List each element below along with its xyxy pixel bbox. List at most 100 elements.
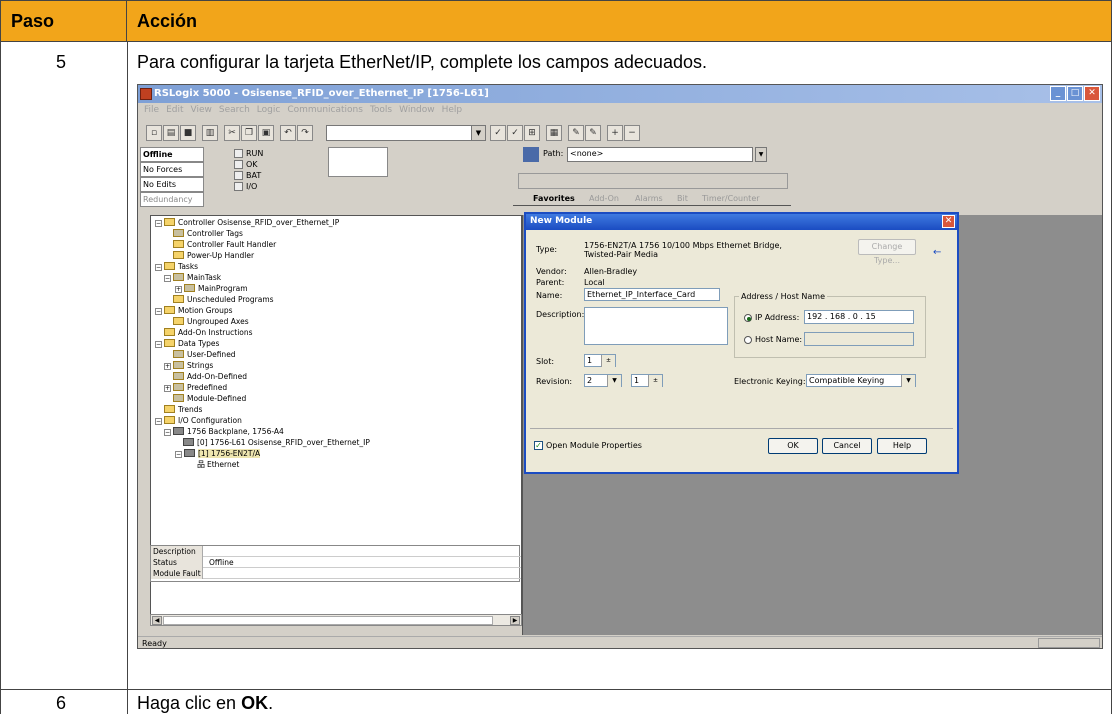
properties-icon[interactable]: ▦	[546, 125, 562, 141]
tab-alarms[interactable]: Alarms	[631, 193, 667, 204]
tree-item[interactable]: Unscheduled Programs	[173, 295, 274, 305]
save-icon[interactable]: ■	[180, 125, 196, 141]
browse-icon[interactable]: ⊞	[524, 125, 540, 141]
tree-item[interactable]: − MainTask	[164, 273, 221, 283]
edits-status[interactable]: No Edits	[140, 177, 204, 192]
column-header-step: Paso	[0, 0, 127, 42]
edit-icon[interactable]: ✎	[568, 125, 584, 141]
tree-item[interactable]: − I/O Configuration	[155, 416, 242, 426]
tree-item[interactable]: −1756 Backplane, 1756-A4	[164, 427, 284, 437]
change-type-button[interactable]: Change Type...	[858, 239, 916, 265]
menu-help[interactable]: Help	[442, 105, 463, 119]
zoom-out-icon[interactable]: −	[624, 125, 640, 141]
copy-icon[interactable]: ❐	[241, 125, 257, 141]
status-bar: Ready	[138, 636, 1102, 648]
scroll-thumb[interactable]	[163, 616, 493, 625]
close-button[interactable]: ✕	[1084, 86, 1100, 101]
tree-item[interactable]: Power-Up Handler	[173, 251, 254, 261]
tree-item[interactable]: Controller Fault Handler	[173, 240, 276, 250]
tree-item[interactable]: − Controller Osisense_RFID_over_Ethernet_…	[155, 218, 339, 228]
slot-stepper[interactable]: 1 ±	[584, 354, 616, 367]
name-label: Name:	[536, 291, 563, 300]
online-edit-icon[interactable]: ✎	[585, 125, 601, 141]
host-name-field[interactable]	[804, 332, 914, 346]
verify-icon[interactable]: ✓	[490, 125, 506, 141]
open-module-properties-checkbox[interactable]: ✓	[534, 441, 543, 450]
tree-item[interactable]: − Data Types	[155, 339, 219, 349]
redundancy-status[interactable]: Redundancy	[140, 192, 204, 207]
ok-emphasis: OK	[241, 693, 269, 713]
io-led: I/O	[234, 182, 257, 191]
menu-view[interactable]: View	[191, 105, 212, 119]
tree-item[interactable]: [0] 1756-L61 Osisense_RFID_over_Ethernet…	[183, 438, 370, 448]
chevron-down-icon[interactable]: ▼	[471, 126, 485, 140]
chevron-down-icon[interactable]: ▼	[755, 147, 767, 162]
tree-item[interactable]: Trends	[164, 405, 202, 415]
close-icon[interactable]: ✕	[942, 215, 955, 228]
host-name-label: Host Name:	[755, 335, 803, 344]
help-button[interactable]: Help	[877, 438, 927, 454]
tree-item[interactable]: + Strings	[164, 361, 213, 371]
menu-communications[interactable]: Communications	[287, 105, 363, 119]
mode-status[interactable]: Offline	[140, 147, 204, 162]
tab-bit[interactable]: Bit	[673, 193, 692, 204]
new-module-dialog: New Module ✕ Type: 1756-EN2T/A 1756 10/1…	[524, 212, 959, 474]
menu-search[interactable]: Search	[219, 105, 250, 119]
scroll-left-icon[interactable]: ◀	[152, 616, 162, 625]
minimize-button[interactable]: _	[1050, 86, 1066, 101]
address-group	[734, 296, 926, 358]
cancel-button[interactable]: Cancel	[822, 438, 872, 454]
undo-icon[interactable]: ↶	[280, 125, 296, 141]
tree-item[interactable]: Add-On-Defined	[173, 372, 247, 382]
tree-item[interactable]: Controller Tags	[173, 229, 243, 239]
chevron-down-icon: ▼	[607, 375, 621, 387]
vendor-value: Allen-Bradley	[584, 267, 638, 276]
tree-item[interactable]: Add-On Instructions	[164, 328, 253, 338]
tab-timer-counter[interactable]: Timer/Counter	[698, 193, 764, 204]
tree-item[interactable]: + MainProgram	[175, 284, 248, 294]
tree-item[interactable]: Module-Defined	[173, 394, 246, 404]
tree-item[interactable]: − [1] 1756-EN2T/A	[175, 449, 261, 459]
menu-window[interactable]: Window	[399, 105, 435, 119]
column-header-action: Acción	[127, 0, 1112, 42]
cut-icon[interactable]: ✂	[224, 125, 240, 141]
paste-icon[interactable]: ▣	[258, 125, 274, 141]
print-icon[interactable]: ▥	[202, 125, 218, 141]
status-text: Ready	[142, 639, 167, 648]
forces-status[interactable]: No Forces	[140, 162, 204, 177]
menu-file[interactable]: File	[144, 105, 159, 119]
search-combo[interactable]: ▼	[326, 125, 486, 141]
tree-item[interactable]: Ungrouped Axes	[173, 317, 249, 327]
tab-favorites[interactable]: Favorites	[529, 193, 579, 204]
tree-item[interactable]: − Tasks	[155, 262, 198, 272]
menu-logic[interactable]: Logic	[257, 105, 281, 119]
electronic-keying-select[interactable]: Compatible Keying ▼	[806, 374, 916, 387]
tree-item[interactable]: − Motion Groups	[155, 306, 233, 316]
scroll-right-icon[interactable]: ▶	[510, 616, 520, 625]
redo-icon[interactable]: ↷	[297, 125, 313, 141]
tree-item[interactable]: + Predefined	[164, 383, 227, 393]
zoom-in-icon[interactable]: +	[607, 125, 623, 141]
menu-tools[interactable]: Tools	[370, 105, 392, 119]
instruction-toolbar	[518, 173, 788, 189]
tab-add-on[interactable]: Add-On	[585, 193, 623, 204]
tree-item[interactable]: User-Defined	[173, 350, 236, 360]
menu-edit[interactable]: Edit	[166, 105, 183, 119]
vendor-label: Vendor:	[536, 267, 567, 276]
verify-all-icon[interactable]: ✓	[507, 125, 523, 141]
tree-item[interactable]: 品 Ethernet	[197, 460, 239, 470]
path-input[interactable]: <none>	[567, 147, 753, 162]
description-field[interactable]	[584, 307, 728, 345]
revision-major-select[interactable]: 2 ▼	[584, 374, 622, 387]
revision-minor-stepper[interactable]: 1 ±	[631, 374, 663, 387]
ip-address-field[interactable]: 192 . 168 . 0 . 15	[804, 310, 914, 324]
ok-button[interactable]: OK	[768, 438, 818, 454]
new-icon[interactable]: ▫	[146, 125, 162, 141]
horizontal-scrollbar[interactable]: ◀ ▶	[150, 614, 522, 626]
name-field[interactable]: Ethernet_IP_Interface_Card	[584, 288, 720, 301]
host-name-radio[interactable]	[744, 336, 752, 344]
main-toolbar: ▫ ▤ ■ ▥ ✂ ❐ ▣ ↶ ↷ ▼ ✓ ✓ ⊞ ▦ ✎ ✎ + −	[138, 123, 658, 145]
ip-address-radio[interactable]	[744, 314, 752, 322]
open-icon[interactable]: ▤	[163, 125, 179, 141]
maximize-button[interactable]: □	[1067, 86, 1083, 101]
